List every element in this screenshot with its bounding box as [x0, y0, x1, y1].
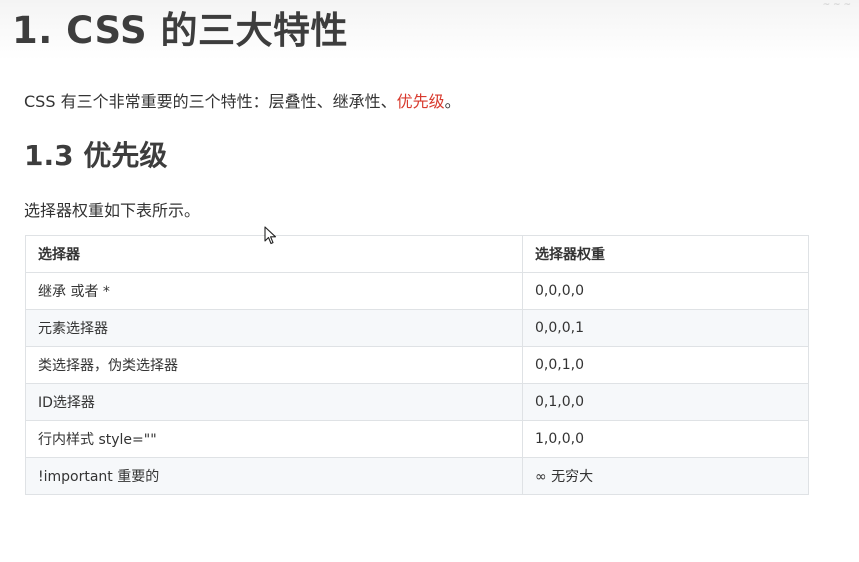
- header-weight: 选择器权重: [522, 235, 809, 273]
- mouse-cursor-icon: [264, 226, 277, 245]
- selector-cell: 继承 或者 *: [25, 272, 523, 310]
- table-description: 选择器权重如下表所示。: [24, 201, 201, 220]
- page-title: 1. CSS 的三大特性: [12, 9, 349, 52]
- selector-cell: 元素选择器: [25, 309, 523, 347]
- table-header-row: 选择器 选择器权重: [25, 235, 809, 273]
- selector-cell: !important 重要的: [25, 457, 523, 495]
- intro-suffix: 。: [444, 92, 461, 111]
- table-row: 继承 或者 * 0,0,0,0: [25, 272, 809, 310]
- weight-cell: 1,0,0,0: [522, 420, 809, 458]
- weight-cell: 0,1,0,0: [522, 383, 809, 421]
- weight-cell: ∞ 无穷大: [522, 457, 809, 495]
- table-row: ID选择器 0,1,0,0: [25, 383, 809, 421]
- section-heading: 1.3 优先级: [24, 139, 168, 172]
- weight-cell: 0,0,0,1: [522, 309, 809, 347]
- intro-text: CSS 有三个非常重要的三个特性：层叠性、继承性、: [24, 92, 397, 111]
- table-row: 元素选择器 0,0,0,1: [25, 309, 809, 347]
- intro-highlight: 优先级: [396, 92, 445, 111]
- selector-cell: ID选择器: [25, 383, 523, 421]
- selector-cell: 类选择器，伪类选择器: [25, 346, 523, 384]
- corner-watermark: ~ ~ ~: [822, 0, 851, 10]
- weight-cell: 0,0,1,0: [522, 346, 809, 384]
- weight-cell: 0,0,0,0: [522, 272, 809, 310]
- table-row: !important 重要的 ∞ 无穷大: [25, 457, 809, 495]
- intro-paragraph: CSS 有三个非常重要的三个特性：层叠性、继承性、优先级。: [24, 88, 461, 112]
- selector-weight-table: 选择器 选择器权重 继承 或者 * 0,0,0,0 元素选择器 0,0,0,1 …: [25, 235, 809, 495]
- document-page: 1. CSS 的三大特性 ~ ~ ~ CSS 有三个非常重要的三个特性：层叠性、…: [0, 0, 859, 562]
- selector-cell: 行内样式 style="": [25, 420, 523, 458]
- table-row: 类选择器，伪类选择器 0,0,1,0: [25, 346, 809, 384]
- table-row: 行内样式 style="" 1,0,0,0: [25, 420, 809, 458]
